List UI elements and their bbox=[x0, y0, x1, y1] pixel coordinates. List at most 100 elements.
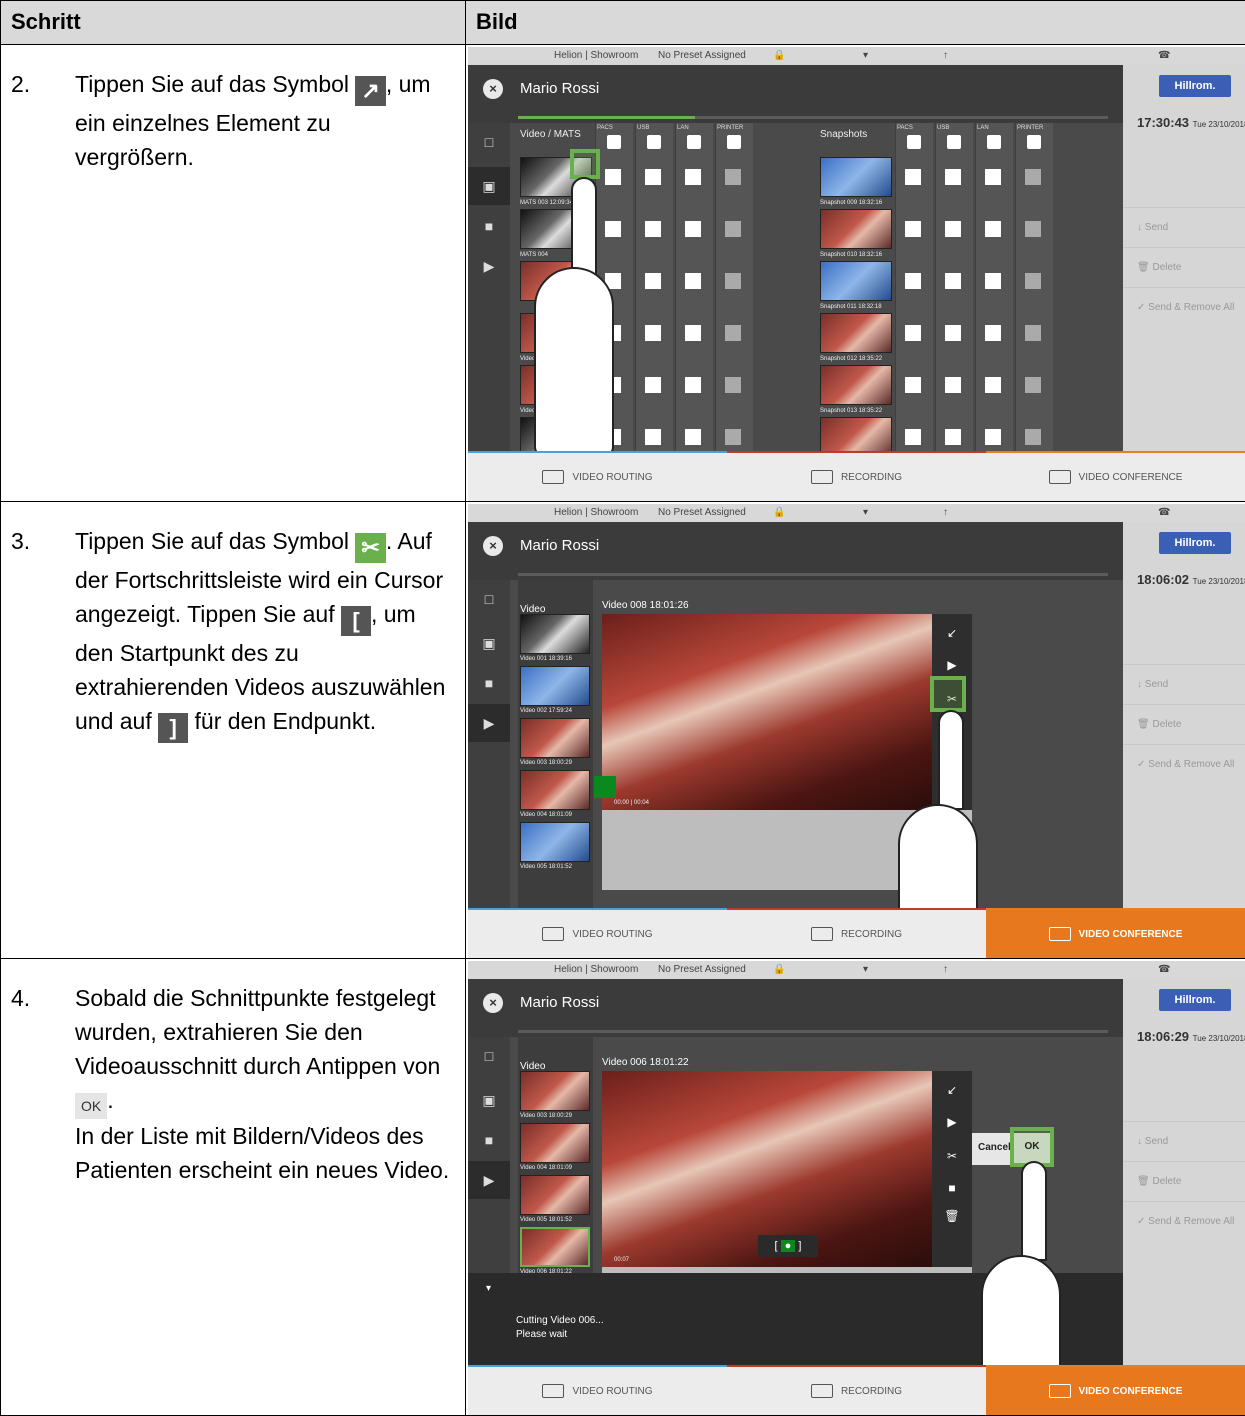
route-checkbox[interactable] bbox=[605, 221, 621, 237]
route-checkbox[interactable] bbox=[985, 221, 1001, 237]
tab-recording[interactable]: RECORDING bbox=[727, 908, 986, 958]
route-checkbox[interactable] bbox=[985, 429, 1001, 445]
media-thumbnail[interactable] bbox=[820, 157, 892, 197]
video-thumbnail[interactable] bbox=[520, 666, 590, 706]
tab-video-conference[interactable]: VIDEO CONFERENCE bbox=[986, 1365, 1245, 1415]
export-icon[interactable]: ↙ bbox=[938, 1077, 966, 1103]
media-thumbnail[interactable] bbox=[820, 365, 892, 405]
video-thumbnail[interactable] bbox=[520, 1123, 590, 1163]
nav-gallery-icon[interactable]: ▣ bbox=[468, 624, 510, 662]
route-checkbox[interactable] bbox=[725, 325, 741, 341]
chevron-down-icon[interactable]: ▾ bbox=[863, 964, 868, 975]
route-checkbox[interactable] bbox=[945, 325, 961, 341]
delete-button[interactable]: 🗑 Delete bbox=[1123, 1161, 1245, 1201]
route-checkbox[interactable] bbox=[645, 377, 661, 393]
send-button[interactable]: ↓ Send bbox=[1123, 664, 1245, 704]
cancel-button[interactable]: Cancel bbox=[978, 1142, 1011, 1153]
expand-button-highlight[interactable] bbox=[570, 149, 600, 179]
video-thumbnail-selected[interactable] bbox=[520, 1227, 590, 1267]
video-player[interactable] bbox=[602, 614, 932, 810]
scissors-icon[interactable]: ✂ bbox=[938, 1143, 966, 1169]
route-checkbox[interactable] bbox=[905, 377, 921, 393]
nav-video-icon[interactable]: ▶ bbox=[468, 704, 510, 742]
route-checkbox[interactable] bbox=[605, 169, 621, 185]
route-checkbox[interactable] bbox=[725, 169, 741, 185]
route-checkbox[interactable] bbox=[905, 273, 921, 289]
route-checkbox[interactable] bbox=[685, 221, 701, 237]
chevron-down-icon[interactable]: ▾ bbox=[863, 507, 868, 518]
nav-clipboard-icon[interactable]: □ bbox=[468, 580, 510, 618]
route-checkbox[interactable] bbox=[945, 429, 961, 445]
route-checkbox[interactable] bbox=[725, 429, 741, 445]
nav-video-icon[interactable]: ▶ bbox=[468, 1161, 510, 1199]
nav-gallery-icon[interactable]: ▣ bbox=[468, 167, 510, 205]
delete-button[interactable]: 🗑 Delete bbox=[1123, 704, 1245, 744]
route-checkbox[interactable] bbox=[945, 273, 961, 289]
send-remove-all-button[interactable]: ✓ Send & Remove All bbox=[1123, 744, 1245, 784]
route-checkbox[interactable] bbox=[905, 325, 921, 341]
route-checkbox[interactable] bbox=[645, 169, 661, 185]
route-checkbox[interactable] bbox=[945, 377, 961, 393]
nav-clipboard-icon[interactable]: □ bbox=[468, 123, 510, 161]
tab-video-conference[interactable]: VIDEO CONFERENCE bbox=[986, 908, 1245, 958]
route-checkbox[interactable] bbox=[905, 169, 921, 185]
nav-camera-icon[interactable]: ■ bbox=[468, 1121, 510, 1159]
nav-clipboard-icon[interactable]: □ bbox=[468, 1037, 510, 1075]
route-checkbox[interactable] bbox=[725, 221, 741, 237]
play-icon[interactable]: ▶ bbox=[938, 652, 966, 678]
route-checkbox[interactable] bbox=[1025, 429, 1041, 445]
route-checkbox[interactable] bbox=[1025, 377, 1041, 393]
close-icon[interactable]: × bbox=[483, 79, 503, 99]
video-thumbnail[interactable] bbox=[520, 822, 590, 862]
route-checkbox[interactable] bbox=[1025, 325, 1041, 341]
cut-range-markers[interactable]: [ ● ] bbox=[758, 1235, 818, 1257]
tab-video-conference[interactable]: VIDEO CONFERENCE bbox=[986, 451, 1245, 501]
route-checkbox[interactable] bbox=[685, 169, 701, 185]
send-button[interactable]: ↓ Send bbox=[1123, 1121, 1245, 1161]
delete-button[interactable]: 🗑 Delete bbox=[1123, 247, 1245, 287]
close-icon[interactable]: × bbox=[483, 536, 503, 556]
video-thumbnail[interactable] bbox=[520, 1071, 590, 1111]
chevron-down-icon[interactable]: ▾ bbox=[486, 1283, 491, 1294]
play-icon[interactable]: ▶ bbox=[938, 1109, 966, 1135]
nav-camera-icon[interactable]: ■ bbox=[468, 207, 510, 245]
route-checkbox[interactable] bbox=[645, 221, 661, 237]
route-checkbox[interactable] bbox=[725, 377, 741, 393]
tab-video-routing[interactable]: VIDEO ROUTING bbox=[468, 908, 727, 958]
route-checkbox[interactable] bbox=[1025, 169, 1041, 185]
route-checkbox[interactable] bbox=[1025, 273, 1041, 289]
media-thumbnail[interactable] bbox=[820, 313, 892, 353]
route-checkbox[interactable] bbox=[685, 377, 701, 393]
media-thumbnail[interactable] bbox=[820, 261, 892, 301]
video-thumbnail[interactable] bbox=[520, 718, 590, 758]
tab-video-routing[interactable]: VIDEO ROUTING bbox=[468, 451, 727, 501]
send-button[interactable]: ↓ Send bbox=[1123, 207, 1245, 247]
video-thumbnail[interactable] bbox=[520, 614, 590, 654]
route-checkbox[interactable] bbox=[725, 273, 741, 289]
chevron-down-icon[interactable]: ▾ bbox=[863, 50, 868, 61]
route-checkbox[interactable] bbox=[945, 169, 961, 185]
route-checkbox[interactable] bbox=[985, 325, 1001, 341]
tab-video-routing[interactable]: VIDEO ROUTING bbox=[468, 1365, 727, 1415]
route-checkbox[interactable] bbox=[945, 221, 961, 237]
send-remove-all-button[interactable]: ✓ Send & Remove All bbox=[1123, 287, 1245, 327]
nav-camera-icon[interactable]: ■ bbox=[468, 664, 510, 702]
route-checkbox[interactable] bbox=[985, 377, 1001, 393]
route-checkbox[interactable] bbox=[1025, 221, 1041, 237]
nav-gallery-icon[interactable]: ▣ bbox=[468, 1081, 510, 1119]
video-thumbnail[interactable] bbox=[520, 770, 590, 810]
route-checkbox[interactable] bbox=[685, 325, 701, 341]
trash-icon[interactable]: 🗑 bbox=[938, 1203, 966, 1229]
route-checkbox[interactable] bbox=[645, 325, 661, 341]
export-icon[interactable]: ↙ bbox=[938, 620, 966, 646]
route-checkbox[interactable] bbox=[905, 429, 921, 445]
cursor-marker[interactable] bbox=[594, 776, 616, 798]
camera-icon[interactable]: ■ bbox=[938, 1175, 966, 1201]
tab-recording[interactable]: RECORDING bbox=[727, 1365, 986, 1415]
video-thumbnail[interactable] bbox=[520, 1175, 590, 1215]
route-checkbox[interactable] bbox=[905, 221, 921, 237]
route-checkbox[interactable] bbox=[645, 429, 661, 445]
route-checkbox[interactable] bbox=[685, 273, 701, 289]
send-remove-all-button[interactable]: ✓ Send & Remove All bbox=[1123, 1201, 1245, 1241]
tab-recording[interactable]: RECORDING bbox=[727, 451, 986, 501]
